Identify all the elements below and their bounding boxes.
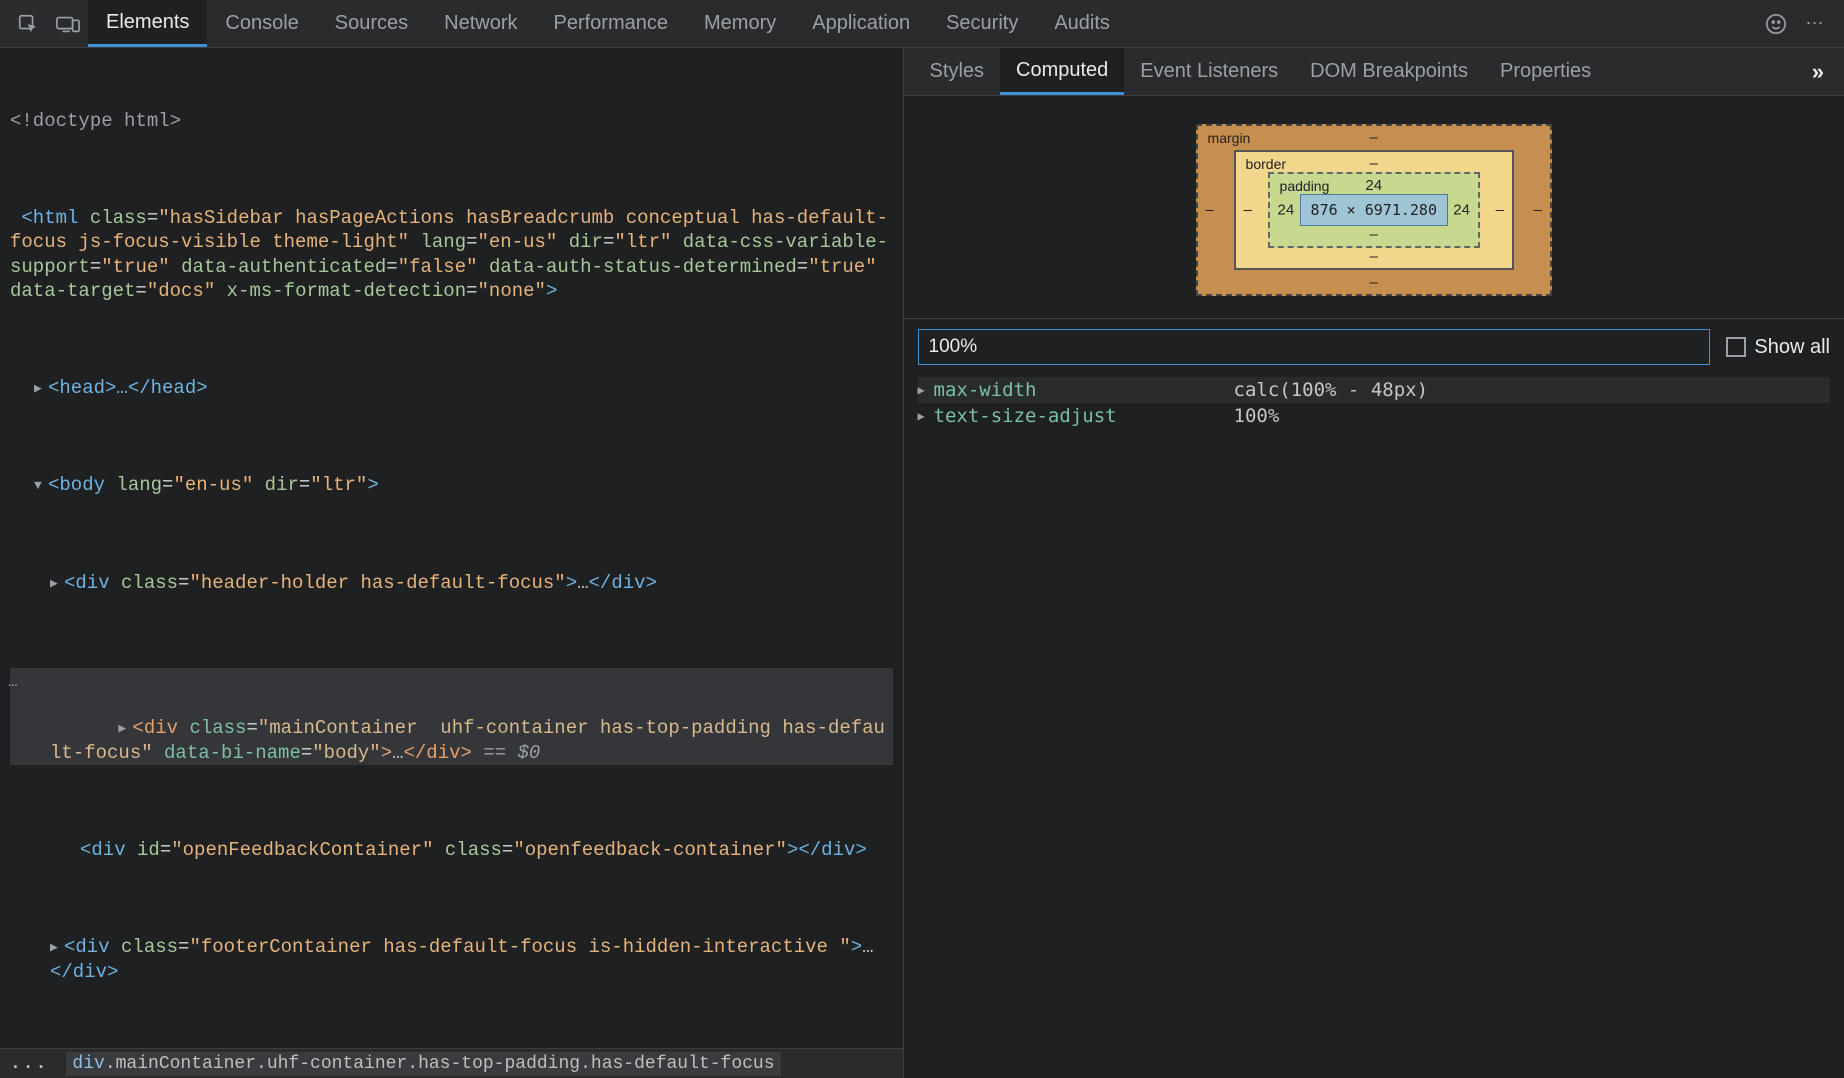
feedback-div-node[interactable]: <div id="openFeedbackContainer" class="o… [10,838,893,862]
subtab-styles[interactable]: Styles [914,48,1000,95]
subtab-computed[interactable]: Computed [1000,48,1124,95]
box-model-diagram: margin – – – – border – – – – padding 24… [904,96,1844,319]
inspect-element-icon[interactable] [8,4,48,44]
checkbox-icon[interactable] [1726,337,1746,357]
subtab-event-listeners[interactable]: Event Listeners [1124,48,1294,95]
tab-audits[interactable]: Audits [1036,0,1128,47]
device-toggle-icon[interactable] [48,4,88,44]
doctype-node[interactable]: <!doctype html> [10,110,181,132]
breadcrumb[interactable]: ... div.mainContainer.uhf-container.has-… [0,1048,903,1078]
breadcrumb-overflow-icon[interactable]: ... [10,1054,48,1074]
tab-elements[interactable]: Elements [88,0,207,47]
tab-network[interactable]: Network [426,0,535,47]
subtab-dom-breakpoints[interactable]: DOM Breakpoints [1294,48,1484,95]
tab-performance[interactable]: Performance [536,0,687,47]
styles-subtabs: StylesComputedEvent ListenersDOM Breakpo… [904,48,1844,96]
subtab-properties[interactable]: Properties [1484,48,1607,95]
feedback-smiley-icon[interactable] [1756,4,1796,44]
dom-tree[interactable]: <!doctype html> <html class="hasSidebar … [0,48,903,1048]
computed-properties-list: ▶max-widthcalc(100% - 48px)▶text-size-ad… [904,375,1844,431]
tab-memory[interactable]: Memory [686,0,794,47]
body-open-node[interactable]: ▼<body lang="en-us" dir="ltr"> [10,473,893,497]
html-open-node[interactable]: <html class="hasSidebar hasPageActions h… [10,206,893,303]
show-all-toggle[interactable]: Show all [1726,336,1830,359]
tab-console[interactable]: Console [207,0,316,47]
box-model-margin[interactable]: margin – – – – border – – – – padding 24… [1196,124,1552,296]
tab-application[interactable]: Application [794,0,928,47]
filter-input[interactable]: 100% [918,329,1711,365]
head-node[interactable]: ▶<head>…</head> [10,376,893,400]
computed-prop-max-width[interactable]: ▶max-widthcalc(100% - 48px) [918,377,1830,403]
kebab-menu-icon[interactable]: ⋯ [1796,4,1836,44]
maincontainer-div-node[interactable]: … ▶<div class="mainContainer uhf-contain… [10,668,893,765]
more-tabs-icon[interactable]: » [1802,59,1834,85]
breadcrumb-item[interactable]: div.mainContainer.uhf-container.has-top-… [66,1052,780,1076]
box-model-border[interactable]: border – – – – padding 24 24 – 24 876 × … [1234,150,1514,270]
tab-security[interactable]: Security [928,0,1036,47]
devtools-top-tabs: ElementsConsoleSourcesNetworkPerformance… [0,0,1844,48]
tab-sources[interactable]: Sources [317,0,426,47]
computed-prop-text-size-adjust[interactable]: ▶text-size-adjust100% [918,403,1830,429]
box-model-padding[interactable]: padding 24 24 – 24 876 × 6971.280 [1268,172,1480,248]
header-div-node[interactable]: ▶<div class="header-holder has-default-f… [10,571,893,595]
box-model-content[interactable]: 876 × 6971.280 [1300,194,1448,226]
footer-div-node[interactable]: ▶<div class="footerContainer has-default… [10,935,893,984]
